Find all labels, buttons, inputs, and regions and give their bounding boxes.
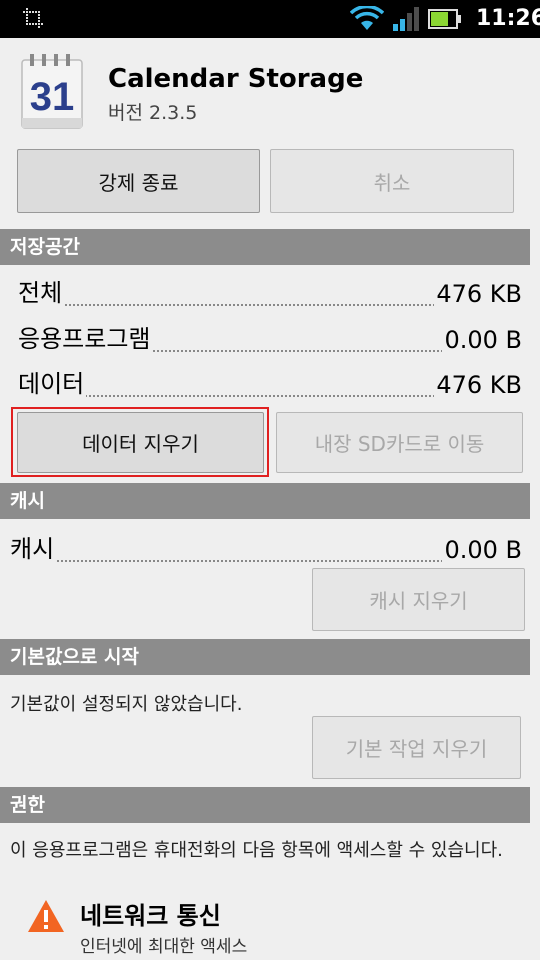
storage-value: 476 KB — [434, 371, 522, 399]
clear-cache-button[interactable]: 캐시 지우기 — [312, 568, 525, 631]
clock: 11:26 — [476, 6, 540, 31]
calendar-app-icon: 31 — [21, 54, 83, 129]
storage-label: 응용프로그램 — [18, 319, 153, 354]
battery-icon — [428, 9, 461, 29]
calendar-icon-day: 31 — [30, 75, 75, 119]
defaults-section-header: 기본값으로 시작 — [0, 639, 530, 675]
permission-item-description: 인터넷에 최대한 액세스 — [80, 937, 248, 957]
storage-value: 0.00 B — [442, 326, 522, 354]
app-name: Calendar Storage — [108, 64, 364, 94]
cache-value: 0.00 B — [442, 536, 522, 564]
app-version: 버전 2.3.5 — [108, 102, 198, 124]
storage-label: 전체 — [18, 273, 65, 308]
storage-row-data: 데이터 476 KB — [18, 361, 522, 405]
screenshot-crop-icon — [23, 8, 43, 28]
permissions-text: 이 응용프로그램은 휴대전화의 다음 항목에 액세스할 수 있습니다. — [10, 840, 503, 861]
permissions-section-header: 권한 — [0, 787, 530, 823]
storage-value: 476 KB — [434, 280, 522, 308]
storage-section-header: 저장공간 — [0, 229, 530, 265]
clear-defaults-button[interactable]: 기본 작업 지우기 — [312, 716, 521, 779]
permission-item-title[interactable]: 네트워크 통신 — [80, 896, 221, 931]
storage-row-total: 전체 476 KB — [18, 270, 522, 314]
warning-icon — [28, 900, 64, 932]
signal-strength-icon — [393, 7, 419, 31]
status-bar: 11:26 — [0, 0, 540, 38]
cancel-button[interactable]: 취소 — [270, 149, 514, 213]
move-to-sd-button[interactable]: 내장 SD카드로 이동 — [276, 412, 523, 473]
clear-data-button[interactable]: 데이터 지우기 — [17, 412, 264, 473]
force-stop-button[interactable]: 강제 종료 — [17, 149, 260, 213]
defaults-text: 기본값이 설정되지 않았습니다. — [10, 694, 243, 715]
storage-label: 데이터 — [18, 364, 87, 399]
cache-label: 캐시 — [10, 529, 57, 564]
wifi-icon — [350, 6, 384, 30]
cache-row: 캐시 0.00 B — [10, 526, 522, 570]
cache-section-header: 캐시 — [0, 483, 530, 519]
storage-row-application: 응용프로그램 0.00 B — [18, 316, 522, 360]
